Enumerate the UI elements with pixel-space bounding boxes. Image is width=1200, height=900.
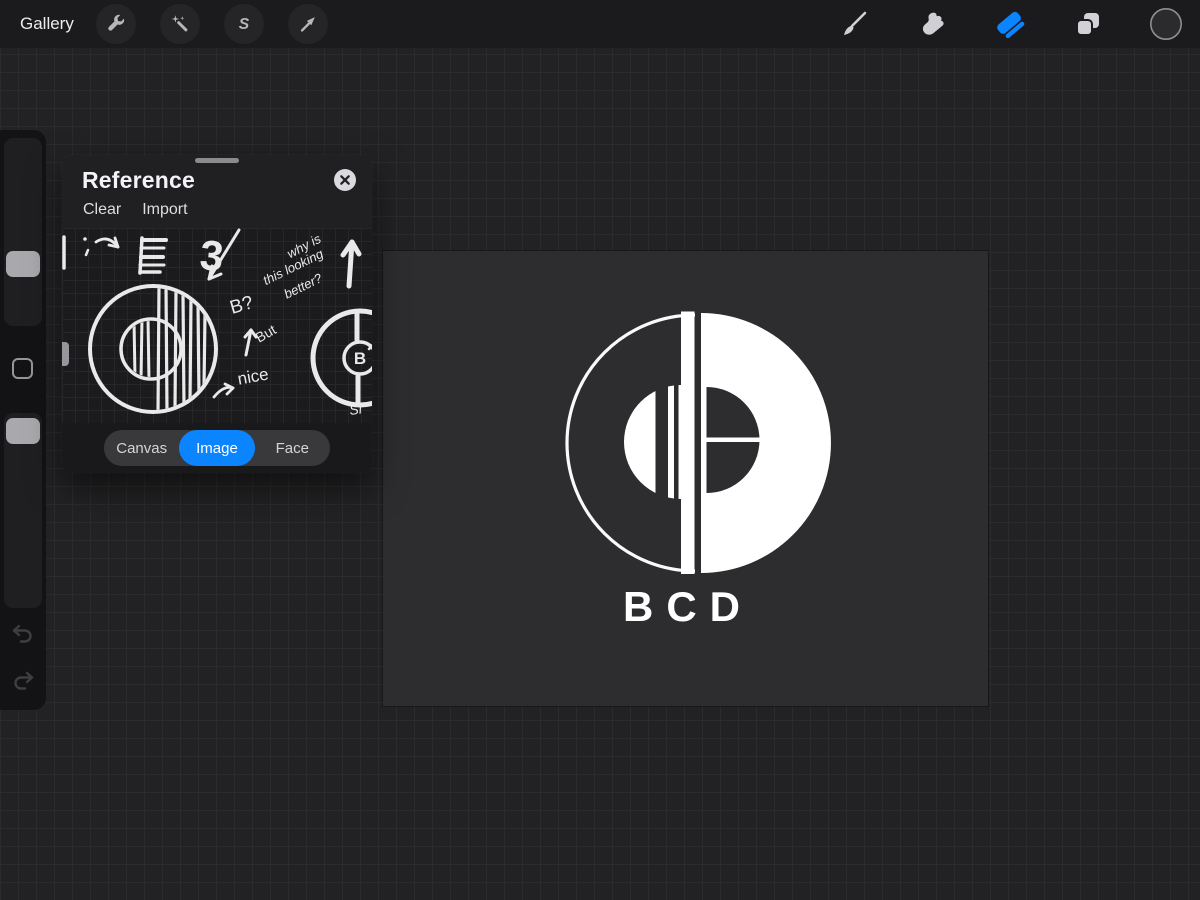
color-swatch-circle xyxy=(1149,7,1183,41)
eraser-icon xyxy=(995,9,1025,39)
top-toolbar: Gallery S xyxy=(0,0,1200,48)
drawing-canvas[interactable]: BCD xyxy=(383,251,988,706)
color-button[interactable] xyxy=(1144,2,1188,46)
panel-actions: Clear Import xyxy=(83,201,188,219)
sidebar-tool-rail xyxy=(0,130,46,710)
paint-tools-group xyxy=(832,0,1200,48)
eraser-tool-button[interactable] xyxy=(988,2,1032,46)
brush-size-handle[interactable] xyxy=(6,251,40,277)
close-icon xyxy=(334,169,356,191)
reference-panel: Reference Clear Import xyxy=(62,155,372,473)
opacity-handle[interactable] xyxy=(6,418,40,444)
import-button[interactable]: Import xyxy=(142,201,187,219)
panel-title: Reference xyxy=(82,167,195,194)
svg-text:S: S xyxy=(239,16,250,33)
reference-panel-footer: Canvas Image Face xyxy=(62,423,372,473)
reference-image[interactable]: 3 B? But nice why is this looking better… xyxy=(62,228,372,423)
redo-icon xyxy=(10,669,36,695)
tab-canvas[interactable]: Canvas xyxy=(104,430,179,466)
sketch-b-question: B? xyxy=(228,292,256,319)
redo-button[interactable] xyxy=(9,668,37,696)
transform-arrow-icon xyxy=(297,13,319,35)
logo-wordmark: BCD xyxy=(623,583,753,630)
opacity-slider[interactable] xyxy=(4,413,42,608)
tab-image[interactable]: Image xyxy=(179,430,254,466)
magic-wand-icon xyxy=(169,13,191,35)
bcd-logo-artwork: BCD xyxy=(383,251,988,706)
brush-size-slider[interactable] xyxy=(4,138,42,326)
gallery-button[interactable]: Gallery xyxy=(20,14,74,34)
brush-tool-button[interactable] xyxy=(832,2,876,46)
close-button[interactable] xyxy=(334,169,356,191)
transform-button[interactable] xyxy=(288,4,328,44)
wrench-icon xyxy=(105,13,127,35)
adjustments-button[interactable] xyxy=(160,4,200,44)
sketch-but: But xyxy=(253,321,279,345)
reference-mode-tabs: Canvas Image Face xyxy=(104,430,330,466)
actions-button[interactable] xyxy=(96,4,136,44)
selection-s-icon: S xyxy=(233,13,255,35)
undo-button[interactable] xyxy=(9,621,37,649)
smudge-finger-icon xyxy=(918,10,946,38)
undo-icon xyxy=(10,622,36,648)
brush-icon xyxy=(840,10,868,38)
smudge-tool-button[interactable] xyxy=(910,2,954,46)
sketch-center-b: B xyxy=(354,349,366,368)
layers-icon xyxy=(1074,10,1102,38)
tab-face[interactable]: Face xyxy=(255,430,330,466)
sketch-nice: nice xyxy=(236,365,270,389)
clear-button[interactable]: Clear xyxy=(83,201,121,219)
selection-button[interactable]: S xyxy=(224,4,264,44)
panel-drag-handle[interactable] xyxy=(195,158,239,163)
layers-button[interactable] xyxy=(1066,2,1110,46)
modify-button[interactable] xyxy=(12,358,33,379)
